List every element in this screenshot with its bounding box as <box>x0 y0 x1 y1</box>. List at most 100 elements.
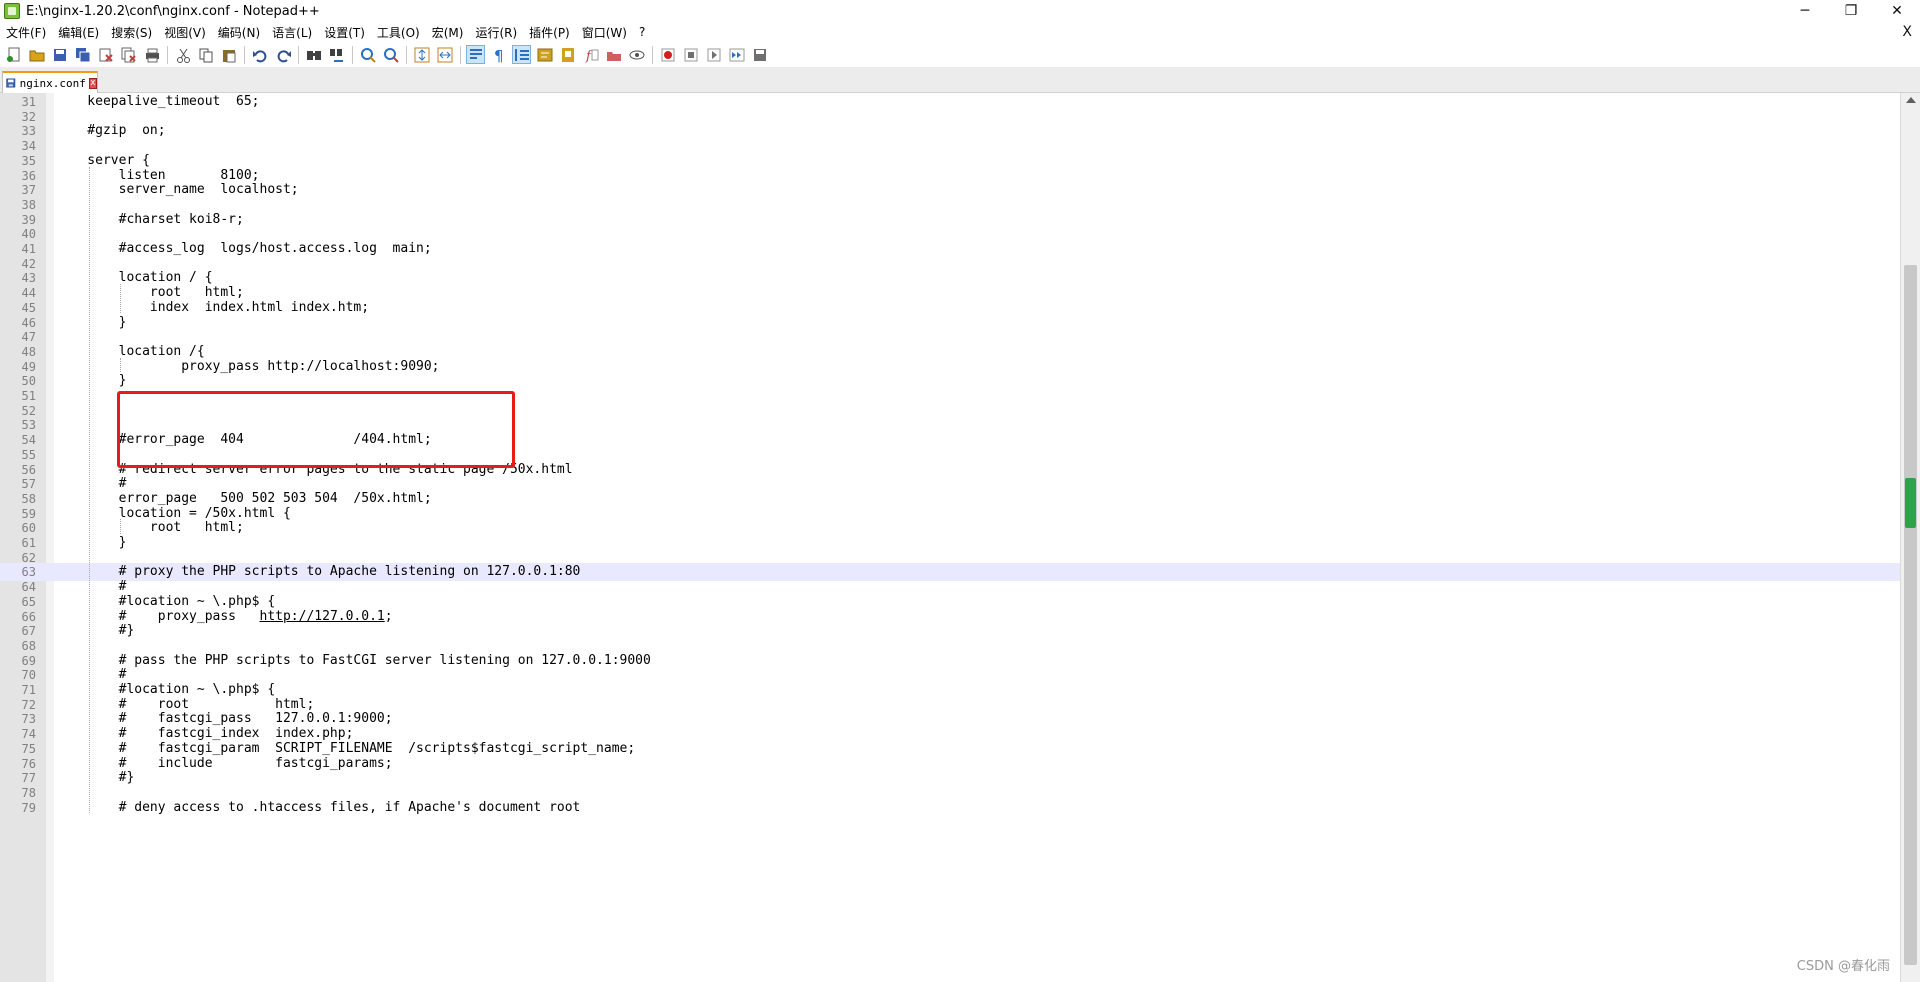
saved-file-icon <box>6 78 16 88</box>
folder-workspace-button[interactable] <box>604 45 623 64</box>
redo-icon <box>274 46 292 64</box>
menu-item-4[interactable]: 编码(N) <box>212 24 266 41</box>
menu-item-6[interactable]: 设置(T) <box>318 24 371 41</box>
indent-guide <box>120 519 122 534</box>
close-window-button[interactable]: ✕ <box>1874 0 1920 22</box>
code-editor[interactable]: 31 keepalive_timeout 65; 32 33 #gzip on; 34… <box>0 93 1900 982</box>
stop-record-button[interactable] <box>681 45 700 64</box>
new-file-icon <box>5 46 23 64</box>
toolbar-separator <box>298 45 299 64</box>
zoom-in-button[interactable] <box>358 45 377 64</box>
save-icon <box>51 46 69 64</box>
close-button[interactable] <box>96 45 115 64</box>
tab-label: nginx.conf <box>19 76 86 90</box>
menu-item-3[interactable]: 视图(V) <box>158 24 212 41</box>
close-document-button[interactable]: X <box>1902 24 1912 40</box>
sync-vertical-icon <box>413 46 431 64</box>
show-all-chars-button[interactable]: ¶ <box>489 45 508 64</box>
undo-icon <box>251 46 269 64</box>
menu-item-11[interactable]: 窗口(W) <box>576 24 633 41</box>
language-button[interactable] <box>535 45 554 64</box>
restore-button[interactable]: ❐ <box>1828 0 1874 22</box>
close-all-icon <box>120 46 138 64</box>
title-bar: E:\nginx-1.20.2\conf\nginx.conf - Notepa… <box>0 0 1920 22</box>
run-macro-multiple-icon <box>728 46 746 64</box>
monitor-button[interactable] <box>627 45 646 64</box>
word-wrap-button[interactable] <box>466 45 485 64</box>
save-macro-button[interactable] <box>750 45 769 64</box>
toolbar: ¶ f <box>0 42 1920 67</box>
play-macro-button[interactable] <box>704 45 723 64</box>
open-file-icon <box>28 46 46 64</box>
record-macro-button[interactable] <box>658 45 677 64</box>
zoom-out-icon <box>382 46 400 64</box>
notepad-plus-plus-icon <box>4 3 20 19</box>
new-file-button[interactable] <box>4 45 23 64</box>
replace-button[interactable] <box>327 45 346 64</box>
annotation-highlight-box <box>117 391 515 468</box>
cut-button[interactable] <box>173 45 192 64</box>
function-list-button[interactable]: f <box>581 45 600 64</box>
code-text: # deny access to .htaccess files, if Apa… <box>56 799 581 817</box>
zoom-in-icon <box>359 46 377 64</box>
save-macro-icon <box>751 46 769 64</box>
menu-item-0[interactable]: 文件(F) <box>0 24 52 41</box>
copy-button[interactable] <box>196 45 215 64</box>
scrollbar-change-marker <box>1905 478 1916 528</box>
sync-horizontal-icon <box>436 46 454 64</box>
window-controls: ─ ❐ ✕ <box>1782 0 1920 22</box>
cut-icon <box>174 46 192 64</box>
menu-bar: 文件(F) 编辑(E) 搜索(S) 视图(V) 编码(N) 语言(L) 设置(T) 工具(O)… <box>0 22 1920 42</box>
code-line[interactable]: 79 # deny access to .htaccess files, if … <box>0 799 1900 817</box>
menu-item-7[interactable]: 工具(O) <box>371 24 426 41</box>
indent-guide-icon <box>513 46 531 64</box>
save-all-button[interactable] <box>73 45 92 64</box>
menu-item-2[interactable]: 搜索(S) <box>105 24 158 41</box>
run-macro-multiple-button[interactable] <box>727 45 746 64</box>
menu-item-8[interactable]: 宏(M) <box>426 24 470 41</box>
find-icon <box>305 46 323 64</box>
indent-guide <box>89 166 91 814</box>
open-file-button[interactable] <box>27 45 46 64</box>
undo-button[interactable] <box>250 45 269 64</box>
tab-nginx-conf[interactable]: nginx.conf x <box>2 71 98 93</box>
close-all-button[interactable] <box>119 45 138 64</box>
save-button[interactable] <box>50 45 69 64</box>
scrollbar-thumb[interactable] <box>1904 265 1917 965</box>
copy-icon <box>197 46 215 64</box>
vertical-scrollbar[interactable] <box>1900 93 1920 982</box>
indent-guide-button[interactable] <box>512 45 531 64</box>
redo-button[interactable] <box>273 45 292 64</box>
paste-button[interactable] <box>219 45 238 64</box>
sync-vertical-button[interactable] <box>412 45 431 64</box>
watermark: CSDN @春化雨 <box>1796 959 1890 974</box>
paste-icon <box>220 46 238 64</box>
doc-map-icon <box>559 46 577 64</box>
folder-workspace-icon <box>605 46 623 64</box>
menu-item-12[interactable]: ? <box>633 25 651 39</box>
toolbar-separator <box>352 45 353 64</box>
tab-close-icon[interactable]: x <box>88 77 97 89</box>
sync-horizontal-button[interactable] <box>435 45 454 64</box>
monitor-icon <box>628 46 646 64</box>
menu-item-10[interactable]: 插件(P) <box>523 24 576 41</box>
doc-map-button[interactable] <box>558 45 577 64</box>
toolbar-separator <box>167 45 168 64</box>
record-macro-icon <box>659 46 677 64</box>
save-all-icon <box>74 46 92 64</box>
code-segment: # deny access to .htaccess files, if Apa… <box>56 799 581 815</box>
menu-item-5[interactable]: 语言(L) <box>266 24 318 41</box>
find-button[interactable] <box>304 45 323 64</box>
menu-item-9[interactable]: 运行(R) <box>469 24 523 41</box>
toolbar-separator <box>244 45 245 64</box>
toolbar-separator <box>460 45 461 64</box>
menu-item-1[interactable]: 编辑(E) <box>52 24 105 41</box>
function-list-icon: f <box>582 46 600 64</box>
minimize-button[interactable]: ─ <box>1782 0 1828 22</box>
tab-bar: nginx.conf x <box>0 67 1920 93</box>
zoom-out-button[interactable] <box>381 45 400 64</box>
print-button[interactable] <box>142 45 161 64</box>
close-icon <box>97 46 115 64</box>
play-macro-icon <box>705 46 723 64</box>
scroll-up-icon[interactable] <box>1906 97 1916 103</box>
